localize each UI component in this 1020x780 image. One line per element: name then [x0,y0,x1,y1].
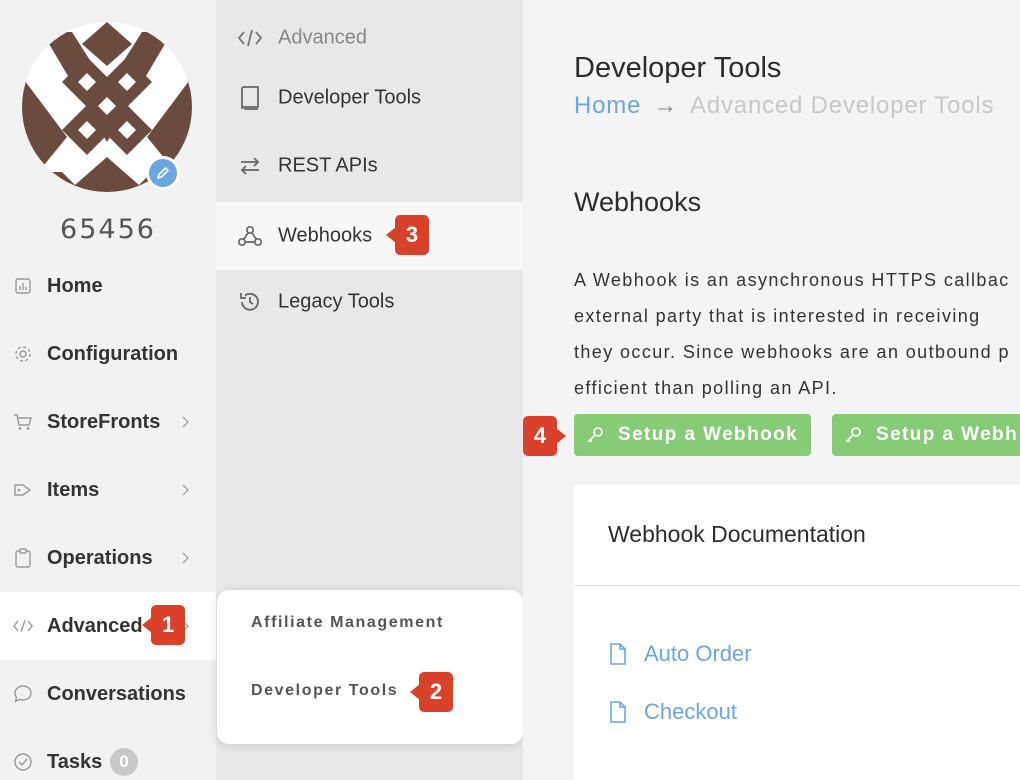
key-icon [586,426,604,444]
subnav-item-webhooks[interactable]: Webhooks [216,202,523,270]
button-label: Setup a Webh [876,424,1019,445]
breadcrumb-current: Advanced Developer Tools [690,92,995,119]
subnav-header-label: Advanced [278,26,367,49]
section-title: Webhooks [574,187,702,217]
check-circle-icon [13,752,33,772]
main-sidebar: 65456 Home Configuration StoreFronts Ite… [0,0,216,780]
advanced-flyout-menu: Affiliate Management Developer Tools [217,590,523,744]
description-line: A Webhook is an asynchronous HTTPS callb… [574,270,1010,290]
nav-item-configuration[interactable]: Configuration [0,320,216,388]
breadcrumb-arrow-icon: → [653,92,679,119]
subnav-header-advanced[interactable]: Advanced [216,4,523,72]
subnav-item-label: Legacy Tools [278,290,395,313]
subnav-item-legacy-tools[interactable]: Legacy Tools [216,268,523,336]
gear-icon [13,344,33,364]
tasks-count-badge: 0 [110,748,138,776]
step-callout-1: 1 [151,605,185,645]
key-icon [844,426,862,444]
document-icon [608,642,628,666]
doc-link-label: Checkout [644,699,737,724]
description-line: external party that is interested in rec… [574,306,981,326]
step-callout-2: 2 [419,672,453,712]
avatar[interactable] [22,22,192,192]
divider [574,585,1020,586]
user-id: 65456 [60,214,156,245]
doc-link-label: Auto Order [644,641,752,666]
nav-item-items[interactable]: Items [0,456,216,524]
nav-item-label: StoreFronts [47,410,161,433]
step-callout-3: 3 [395,215,429,255]
step-callout-4: 4 [523,416,557,456]
breadcrumb-home-link[interactable]: Home [574,92,641,120]
tags-icon [13,480,33,500]
chart-icon [13,276,33,296]
webhook-description: A Webhook is an asynchronous HTTPS callb… [574,262,1020,406]
swap-icon [236,152,264,180]
doc-link-auto-order[interactable]: Auto Order [608,641,752,667]
clipboard-icon [13,548,33,568]
code-icon [236,24,264,52]
document-icon [608,700,628,724]
nav-item-conversations[interactable]: Conversations [0,660,216,728]
webhook-documentation-card: Webhook Documentation Auto Order Checkou… [574,485,1020,780]
chat-icon [13,684,33,704]
history-icon [236,288,264,316]
card-title: Webhook Documentation [608,521,866,547]
subnav-item-label: Developer Tools [278,86,422,109]
webhook-icon [236,222,264,250]
nav-item-label: Conversations [47,682,186,705]
nav-item-label: Advanced [47,614,143,637]
edit-avatar-button[interactable] [146,156,180,190]
doc-link-checkout[interactable]: Checkout [608,699,737,725]
subnav-item-label: REST APIs [278,154,378,177]
main-content: Developer Tools Home → Advanced Develope… [523,0,1020,780]
nav-item-label: Tasks [47,750,103,773]
nav-item-tasks[interactable]: Tasks 0 [0,728,216,780]
description-line: they occur. Since webhooks are an outbou… [574,342,1010,362]
subnav-item-developer-tools[interactable]: Developer Tools [216,64,523,132]
nav-item-label: Home [47,274,103,297]
setup-webhook-button-secondary[interactable]: Setup a Webh [832,414,1020,456]
chevron-right-icon [178,551,192,565]
chevron-right-icon [178,483,192,497]
nav-item-label: Operations [47,546,153,569]
button-label: Setup a Webhook [618,424,799,445]
code-icon [13,616,33,636]
flyout-item-developer-tools[interactable]: Developer Tools [251,682,398,700]
nav-item-label: Items [47,478,100,501]
setup-webhook-button[interactable]: Setup a Webhook [574,414,811,456]
nav-item-operations[interactable]: Operations [0,524,216,592]
pencil-icon [156,166,170,180]
cart-icon [13,412,33,432]
page-title: Developer Tools [574,52,782,84]
description-line: efficient than polling an API. [574,378,838,398]
book-icon [236,84,264,112]
nav-item-home[interactable]: Home [0,252,216,320]
nav-item-storefronts[interactable]: StoreFronts [0,388,216,456]
subnav-item-label: Webhooks [278,224,373,247]
chevron-right-icon [178,415,192,429]
breadcrumb: Home → Advanced Developer Tools [574,92,994,120]
nav-item-label: Configuration [47,342,179,365]
subnav-item-rest-apis[interactable]: REST APIs [216,132,523,200]
flyout-item-affiliate-management[interactable]: Affiliate Management [251,614,444,632]
